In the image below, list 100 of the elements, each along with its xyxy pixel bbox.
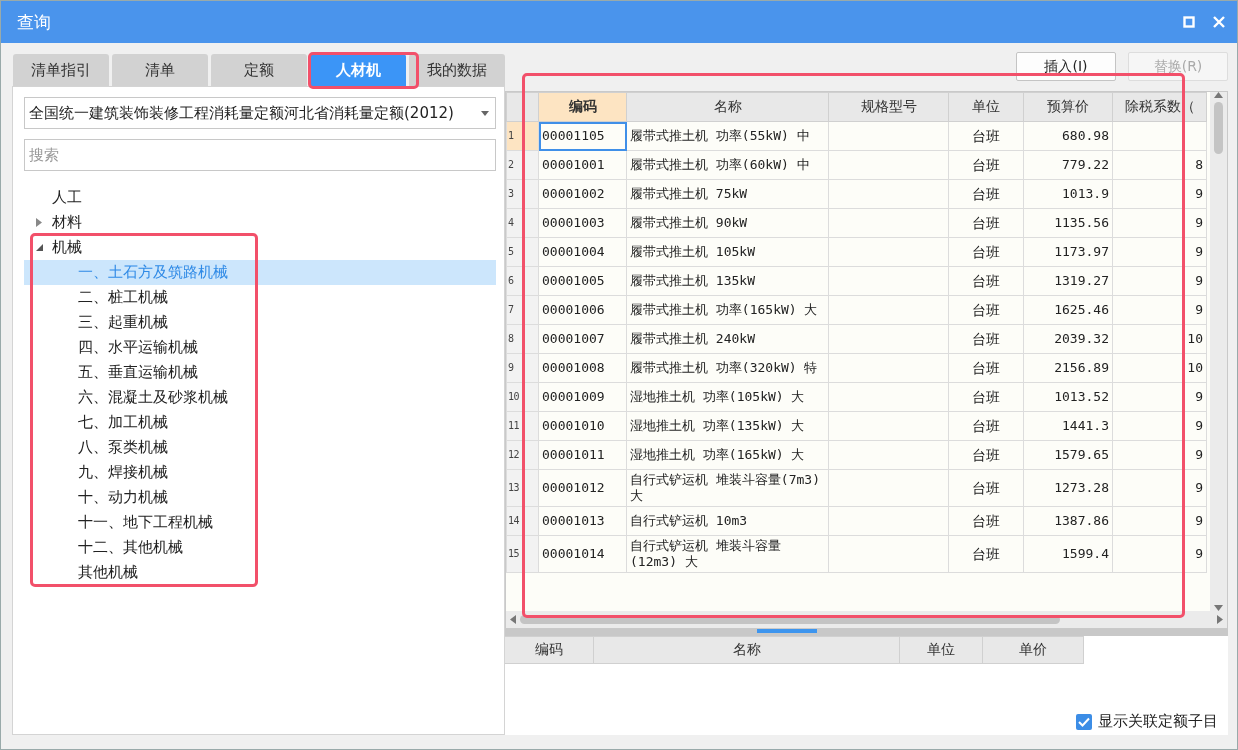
table-cell: 00001010 (538, 411, 627, 441)
table-cell: 履带式推土机 功率(320kW) 特 (626, 353, 829, 383)
table-cell: 1273.28 (1023, 469, 1113, 507)
tree-item[interactable]: 三、起重机械 (24, 313, 168, 332)
table-cell: 1319.27 (1023, 266, 1113, 296)
table-cell: 自行式铲运机 10m3 (626, 506, 829, 536)
table-cell: 履带式推土机 75kW (626, 179, 829, 209)
table-cell: 1387.86 (1023, 506, 1113, 536)
tab[interactable]: 清单 (112, 54, 208, 86)
collapsed-arrow-icon[interactable] (36, 218, 42, 227)
table-cell: 00001002 (538, 179, 627, 209)
tree-item[interactable]: 六、混凝土及砂浆机械 (24, 388, 228, 407)
table-cell: 10 (1112, 324, 1207, 354)
table-cell: 台班 (948, 121, 1024, 151)
table-cell: 9 (1112, 506, 1207, 536)
scroll-left-icon (510, 615, 516, 624)
scroll-thumb[interactable] (520, 615, 1060, 624)
table-cell: 履带式推土机 135kW (626, 266, 829, 296)
tree-item[interactable]: 材料 (48, 213, 82, 232)
column-header[interactable]: 编码 (505, 636, 594, 664)
tab[interactable]: 定额 (211, 54, 307, 86)
table-cell: 台班 (948, 411, 1024, 441)
table-cell: 1135.56 (1023, 208, 1113, 238)
checkbox-label: 显示关联定额子目 (1098, 712, 1218, 731)
tree-item[interactable]: 二、桩工机械 (24, 288, 168, 307)
table-cell: 00001008 (538, 353, 627, 383)
table-cell: 9 (1112, 266, 1207, 296)
tree-item[interactable]: 七、加工机械 (24, 413, 168, 432)
tab[interactable]: 清单指引 (13, 54, 109, 86)
table-cell: 履带式推土机 功率(60kW) 中 (626, 150, 829, 180)
tree-item[interactable]: 十、动力机械 (24, 488, 168, 507)
tree-item[interactable]: 其他机械 (24, 563, 138, 582)
table-cell: 00001007 (538, 324, 627, 354)
table-cell: 履带式推土机 功率(165kW) 大 (626, 295, 829, 325)
table-cell: 履带式推土机 240kW (626, 324, 829, 354)
tab[interactable]: 我的数据 (409, 54, 505, 86)
column-header[interactable]: 单位 (948, 92, 1024, 122)
table-cell: 00001006 (538, 295, 627, 325)
column-header[interactable]: 除税系数（ (1112, 92, 1207, 122)
tree-item[interactable]: 九、焊接机械 (24, 463, 168, 482)
table-cell: 台班 (948, 324, 1024, 354)
table-cell: 9 (1112, 237, 1207, 267)
table-cell: 台班 (948, 208, 1024, 238)
table-cell: 湿地推土机 功率(135kW) 大 (626, 411, 829, 441)
column-header[interactable]: 预算价 (1023, 92, 1113, 122)
table-cell: 9 (1112, 469, 1207, 507)
maximize-icon[interactable] (1183, 16, 1195, 28)
table-cell: 00001005 (538, 266, 627, 296)
tree-item[interactable]: 十一、地下工程机械 (24, 513, 213, 532)
table-cell: 00001012 (538, 469, 627, 507)
dropdown-caret-icon (481, 110, 489, 116)
table-cell: 履带式推土机 90kW (626, 208, 829, 238)
scroll-right-icon (1217, 615, 1223, 624)
table-cell: 9 (1112, 440, 1207, 470)
tree-item[interactable]: 十二、其他机械 (24, 538, 183, 557)
table-cell: 10 (1112, 353, 1207, 383)
table-cell: 台班 (948, 266, 1024, 296)
search-field[interactable]: 搜索 (24, 139, 496, 171)
table-cell: 00001009 (538, 382, 627, 412)
table-cell: 台班 (948, 440, 1024, 470)
scroll-thumb[interactable] (1214, 102, 1223, 154)
table-cell: 9 (1112, 535, 1207, 573)
table-cell: 9 (1112, 411, 1207, 441)
tree-item[interactable]: 人工 (48, 188, 82, 207)
tree-item[interactable]: 八、泵类机械 (24, 438, 168, 457)
table-cell: 00001001 (538, 150, 627, 180)
table-cell: 湿地推土机 功率(165kW) 大 (626, 440, 829, 470)
table-cell: 1441.3 (1023, 411, 1113, 441)
table-cell: 1013.52 (1023, 382, 1113, 412)
column-header[interactable]: 名称 (626, 92, 829, 122)
table-cell: 台班 (948, 237, 1024, 267)
table-cell: 台班 (948, 535, 1024, 573)
table-cell: 1013.9 (1023, 179, 1113, 209)
scroll-up-icon (1214, 92, 1223, 98)
library-dropdown[interactable]: 全国统一建筑装饰装修工程消耗量定额河北省消耗量定额(2012) (24, 97, 496, 129)
tree-item[interactable]: 机械 (48, 238, 82, 257)
table-cell: 2039.32 (1023, 324, 1113, 354)
splitter-handle[interactable] (756, 629, 817, 633)
tree-item[interactable]: 四、水平运输机械 (24, 338, 198, 357)
column-header[interactable]: 名称 (594, 636, 900, 664)
expanded-arrow-icon[interactable] (35, 244, 43, 251)
table-cell: 9 (1112, 295, 1207, 325)
table-cell: 履带式推土机 105kW (626, 237, 829, 267)
window-title: 查询 (17, 10, 52, 34)
checkbox[interactable] (1076, 713, 1092, 730)
column-header[interactable]: 单位 (900, 636, 983, 664)
tree-item[interactable]: 五、垂直运输机械 (24, 363, 198, 382)
table-cell: 9 (1112, 382, 1207, 412)
table-cell: 00001105 (538, 121, 627, 151)
toolbar-button[interactable]: 插入(I) (1016, 52, 1116, 81)
close-icon[interactable] (1213, 16, 1225, 28)
table-cell: 台班 (948, 382, 1024, 412)
column-header[interactable]: 规格型号 (828, 92, 949, 122)
column-header[interactable]: 编码 (538, 92, 627, 122)
table-cell: 1173.97 (1023, 237, 1113, 267)
column-header[interactable]: 单价 (983, 636, 1084, 664)
table-cell: 台班 (948, 353, 1024, 383)
vertical-scrollbar[interactable] (1210, 92, 1227, 611)
table-cell: 00001003 (538, 208, 627, 238)
table-cell: 湿地推土机 功率(105kW) 大 (626, 382, 829, 412)
